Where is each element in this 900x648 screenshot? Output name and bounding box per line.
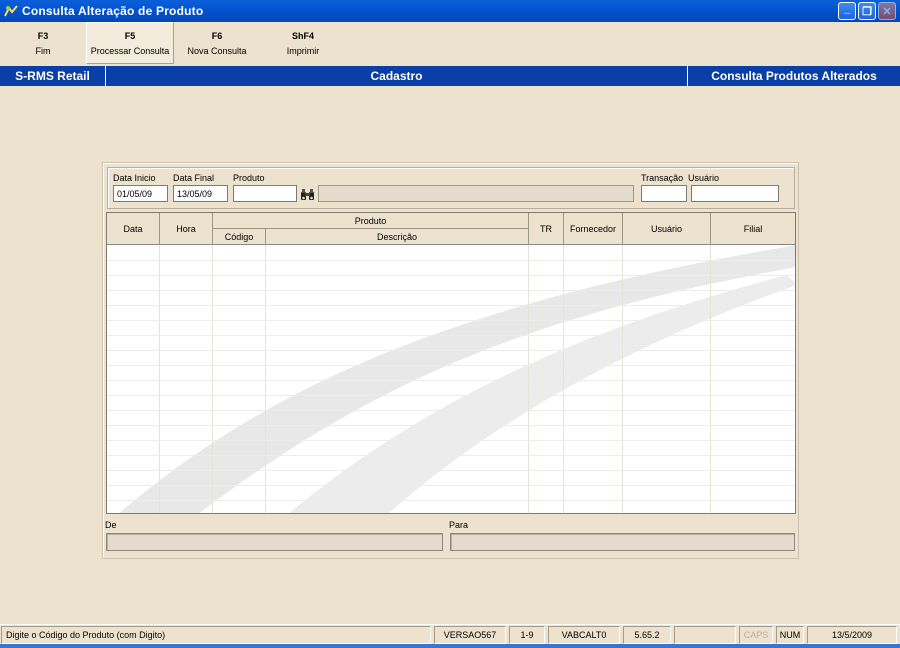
- data-inicio-label: Data Inicio: [113, 173, 156, 183]
- data-final-field[interactable]: 13/05/09: [173, 185, 228, 202]
- grid-header: Data Hora Produto Código Descrição TR Fo…: [107, 213, 795, 245]
- window-titlebar: Consulta Alteração de Produto _ ❐ ✕: [0, 0, 900, 22]
- nova-consulta-button[interactable]: F6 Nova Consulta: [174, 22, 260, 64]
- status-page: 1-9: [509, 626, 545, 644]
- key-label: F3: [37, 30, 49, 41]
- close-button[interactable]: ✕: [878, 2, 896, 20]
- status-message: Digite o Código do Produto (com Digito): [1, 626, 431, 644]
- button-label: Processar Consulta: [90, 45, 170, 56]
- system-name: S-RMS Retail: [0, 66, 106, 86]
- key-label: F5: [124, 30, 136, 41]
- status-build: 5.65.2: [623, 626, 671, 644]
- key-label: ShF4: [291, 30, 314, 41]
- module-band: S-RMS Retail Cadastro Consulta Produtos …: [0, 66, 900, 86]
- column-header-produto: Produto: [213, 213, 529, 229]
- status-bar: Digite o Código do Produto (com Digito) …: [0, 624, 900, 644]
- column-header-codigo[interactable]: Código: [213, 229, 266, 245]
- screen-name: Consulta Produtos Alterados: [711, 69, 877, 83]
- produto-descricao-field: [318, 185, 634, 202]
- minimize-icon: _: [843, 3, 851, 15]
- bottom-edge: [0, 644, 900, 648]
- status-version: VERSAO567: [434, 626, 506, 644]
- query-panel: Data Inicio 01/05/09 Data Final 13/05/09…: [102, 162, 799, 559]
- imprimir-button[interactable]: ShF4 Imprimir: [260, 22, 346, 64]
- column-header-tr[interactable]: TR: [529, 213, 564, 245]
- button-label: Nova Consulta: [187, 45, 247, 56]
- para-field: [450, 533, 795, 551]
- column-header-descricao[interactable]: Descrição: [266, 229, 529, 245]
- column-header-usuario[interactable]: Usuário: [623, 213, 711, 245]
- function-key-toolbar: F3 Fim F5 Processar Consulta F6 Nova Con…: [0, 22, 900, 66]
- de-label: De: [105, 520, 117, 530]
- status-num: NUM: [776, 626, 804, 644]
- column-header-data[interactable]: Data: [107, 213, 160, 245]
- data-final-label: Data Final: [173, 173, 215, 183]
- column-header-hora[interactable]: Hora: [160, 213, 213, 245]
- key-label: F6: [211, 30, 223, 41]
- status-blank: [674, 626, 736, 644]
- column-header-fornecedor[interactable]: Fornecedor: [564, 213, 623, 245]
- minimize-button[interactable]: _: [838, 2, 856, 20]
- processar-consulta-button[interactable]: F5 Processar Consulta: [86, 22, 174, 64]
- results-grid[interactable]: Data Hora Produto Código Descrição TR Fo…: [106, 212, 796, 514]
- de-field: [106, 533, 443, 551]
- data-inicio-field[interactable]: 01/05/09: [113, 185, 168, 202]
- restore-button[interactable]: ❐: [858, 2, 876, 20]
- produto-field[interactable]: [233, 185, 297, 202]
- status-program: VABCALT0: [548, 626, 620, 644]
- button-label: Imprimir: [286, 45, 320, 56]
- grid-body: [107, 245, 795, 513]
- status-caps: CAPS: [739, 626, 773, 644]
- restore-icon: ❐: [862, 5, 872, 18]
- button-label: Fim: [35, 45, 51, 56]
- search-binoculars-icon[interactable]: [299, 186, 315, 202]
- usuario-field[interactable]: [691, 185, 779, 202]
- filter-group: Data Inicio 01/05/09 Data Final 13/05/09…: [107, 167, 795, 209]
- usuario-label: Usuário: [688, 173, 720, 183]
- app-icon: [4, 4, 18, 18]
- transacao-field[interactable]: [641, 185, 687, 202]
- status-date: 13/5/2009: [807, 626, 897, 644]
- window-title: Consulta Alteração de Produto: [22, 4, 204, 18]
- transacao-label: Transação: [641, 173, 684, 183]
- column-header-filial[interactable]: Filial: [711, 213, 795, 245]
- produto-label: Produto: [233, 173, 265, 183]
- module-name: Cadastro: [106, 66, 688, 86]
- fim-button[interactable]: F3 Fim: [0, 22, 86, 64]
- para-label: Para: [449, 520, 469, 530]
- close-icon: ✕: [882, 5, 892, 18]
